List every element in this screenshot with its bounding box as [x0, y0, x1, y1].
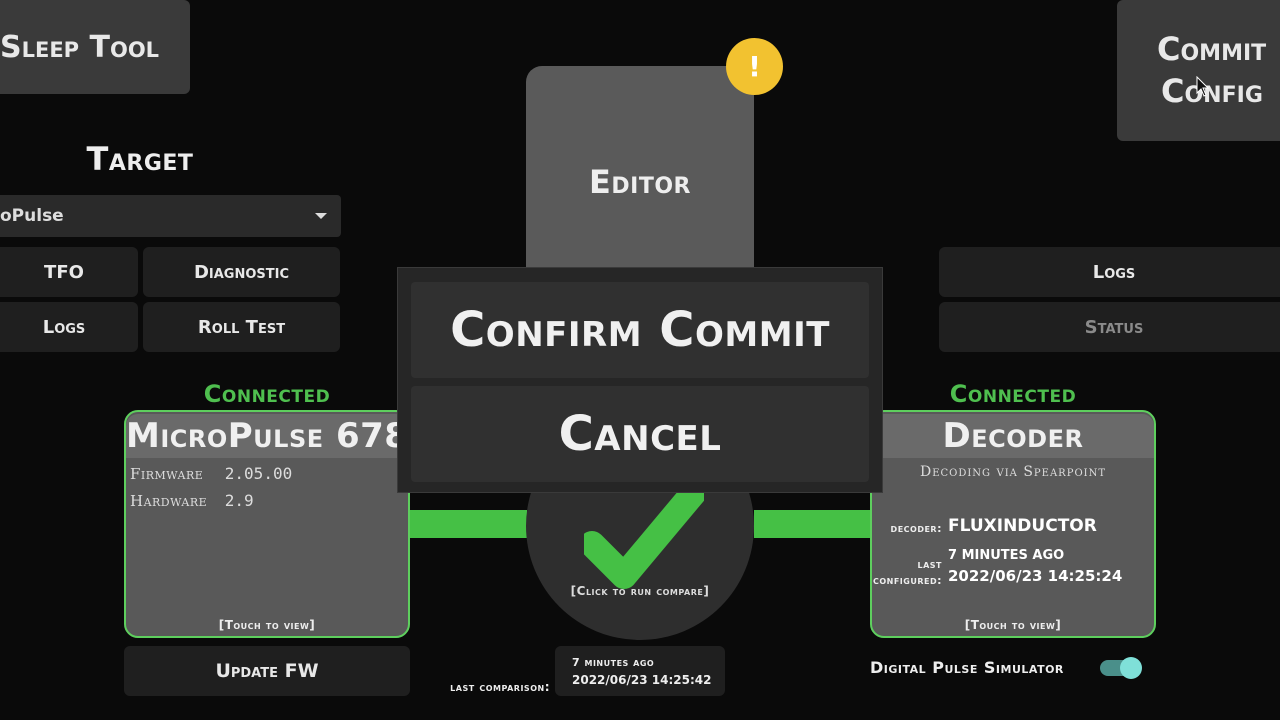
mouse-cursor-icon: [1196, 76, 1210, 97]
hardware-row: Hardware 2.9: [130, 491, 254, 510]
last-comparison-box: 7 minutes ago 2022/06/23 14:25:42: [555, 646, 725, 696]
connection-line-right: [754, 510, 872, 538]
cancel-button[interactable]: Cancel: [411, 386, 869, 482]
update-fw-label: Update FW: [215, 660, 319, 682]
checkmark-icon: [584, 482, 704, 589]
editor-label: Editor: [589, 163, 691, 201]
status-label: Status: [1084, 316, 1144, 338]
target-dropdown[interactable]: oPulse: [0, 195, 341, 237]
confirm-commit-button[interactable]: Confirm Commit: [411, 282, 869, 378]
chevron-down-icon: [315, 213, 327, 219]
left-touch-hint: [Touch to view]: [218, 618, 316, 632]
right-touch-hint: [Touch to view]: [964, 618, 1062, 632]
hardware-value: 2.9: [224, 491, 254, 510]
logs-button-right[interactable]: Logs: [939, 247, 1280, 297]
decoder-title: Decoder: [872, 414, 1154, 458]
target-dropdown-value: oPulse: [0, 206, 64, 226]
compare-hint: [Click to run compare]: [570, 584, 710, 598]
confirm-dialog: Confirm Commit Cancel: [397, 267, 883, 493]
decoder-value: FLUXINDUCTOR: [948, 516, 1097, 536]
editor-button[interactable]: Editor: [526, 66, 754, 276]
diagnostic-label: Diagnostic: [193, 261, 290, 283]
logs-label-left: Logs: [42, 316, 86, 338]
right-connected-status: Connected: [949, 380, 1077, 408]
simulator-toggle[interactable]: [1100, 657, 1142, 679]
last-label: last: [917, 558, 942, 571]
tfo-button[interactable]: TFO: [0, 247, 138, 297]
firmware-label: Firmware: [130, 465, 204, 483]
comparison-datetime: 2022/06/23 14:25:42: [572, 673, 712, 687]
connection-line-left: [409, 510, 527, 538]
diagnostic-button[interactable]: Diagnostic: [143, 247, 340, 297]
logs-label-right: Logs: [1092, 261, 1136, 283]
configured-datetime: 2022/06/23 14:25:24: [948, 567, 1123, 585]
roll-test-label: Roll Test: [197, 316, 286, 338]
update-fw-button[interactable]: Update FW: [124, 646, 410, 696]
micropulse-card[interactable]: MicroPulse 678 Firmware 2.05.00 Hardware…: [124, 410, 410, 638]
commit-config-label-line1: Commit: [1157, 29, 1267, 68]
sleep-tool-button[interactable]: Sleep Tool: [0, 0, 190, 94]
simulator-label: Digital Pulse Simulator: [870, 658, 1064, 677]
configured-ago: 7 MINUTES AGO: [948, 548, 1065, 563]
last-comparison-label: last comparison:: [450, 680, 550, 694]
confirm-commit-label: Confirm Commit: [450, 302, 830, 358]
firmware-value: 2.05.00: [224, 464, 293, 483]
sleep-tool-label: Sleep Tool: [0, 29, 160, 65]
warning-icon: !: [726, 38, 783, 95]
roll-test-button[interactable]: Roll Test: [143, 302, 340, 352]
configured-label: configured:: [872, 574, 942, 587]
firmware-row: Firmware 2.05.00: [130, 464, 292, 483]
decoder-card[interactable]: Decoder Decoding via Spearpoint decoder:…: [870, 410, 1156, 638]
left-connected-status: Connected: [203, 380, 331, 408]
micropulse-title: MicroPulse 678: [126, 414, 408, 458]
target-heading: Target: [86, 140, 194, 178]
decoder-subtitle: Decoding via Spearpoint: [919, 464, 1107, 480]
warning-glyph: !: [748, 50, 761, 83]
commit-config-button[interactable]: Commit Config: [1117, 0, 1280, 141]
cancel-label: Cancel: [558, 406, 722, 462]
status-button[interactable]: Status: [939, 302, 1280, 352]
logs-button-left[interactable]: Logs: [0, 302, 138, 352]
tfo-label: TFO: [44, 261, 84, 283]
toggle-knob: [1120, 657, 1142, 679]
decoder-label: decoder:: [890, 522, 942, 535]
hardware-label: Hardware: [130, 492, 208, 510]
comparison-ago: 7 minutes ago: [572, 656, 655, 669]
